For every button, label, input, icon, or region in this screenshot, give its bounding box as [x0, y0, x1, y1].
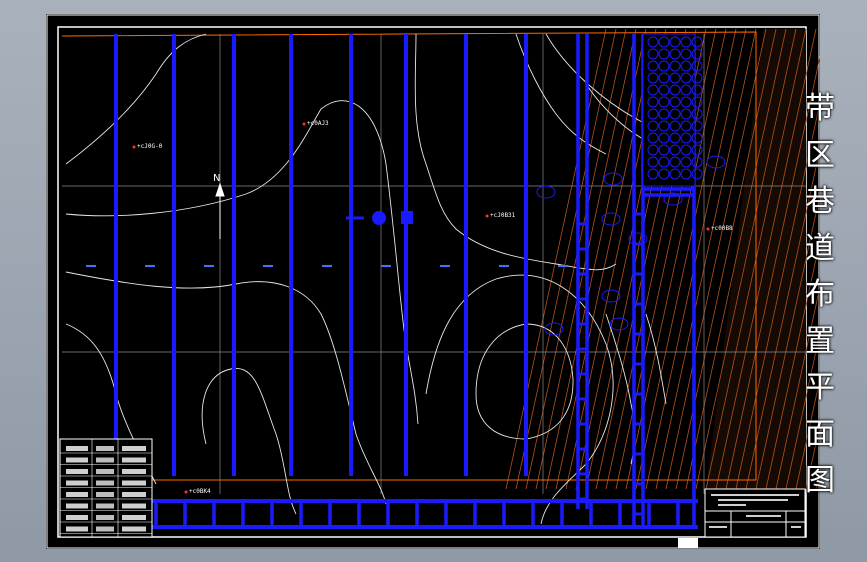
annotation-bubble — [536, 185, 556, 199]
frame-notch — [678, 538, 698, 548]
legend-cell — [122, 446, 146, 451]
legend-cell — [96, 446, 114, 451]
legend-cell — [96, 503, 114, 509]
title-char: 面 — [805, 416, 835, 452]
legend-cell — [96, 457, 114, 463]
coal-mine-roadway-layout-drawing: N +cJ0G-0 +c0AJ3 +cJ0B31 +c0BK4 +c00B8 — [46, 14, 820, 549]
title-char: 区 — [805, 137, 835, 173]
title-char: 巷 — [805, 184, 835, 219]
legend-cell — [66, 503, 88, 509]
title-char: 带 — [805, 91, 835, 126]
goaf-pattern — [642, 33, 703, 187]
topographic-contours — [65, 33, 687, 525]
title-char: 道 — [805, 230, 835, 266]
legend-cell — [122, 515, 146, 520]
title-char: 布 — [805, 277, 835, 312]
legend-cell — [122, 469, 146, 474]
north-label: N — [213, 173, 220, 184]
legend-cell — [122, 457, 146, 463]
svg-text:+cJ0B31: +cJ0B31 — [490, 212, 516, 219]
legend-table — [59, 438, 153, 538]
svg-text:+c00B8: +c00B8 — [711, 225, 733, 232]
legend-cell — [96, 526, 114, 532]
borehole-2: +c0AJ3 — [302, 120, 329, 127]
vertical-roadways — [114, 34, 528, 476]
legend-cell — [122, 503, 146, 509]
legend-cell — [96, 515, 114, 520]
cad-viewport[interactable]: N +cJ0G-0 +c0AJ3 +cJ0B31 +c0BK4 +c00B8 带… — [46, 14, 835, 549]
borehole-5: +c00B8 — [706, 225, 733, 232]
bottom-transport-roadway — [151, 499, 698, 529]
legend-cell — [66, 457, 88, 463]
legend-cell — [66, 526, 88, 532]
svg-text:+c0BK4: +c0BK4 — [189, 488, 211, 495]
borehole-3: +cJ0B31 — [485, 212, 516, 219]
legend-cell — [66, 515, 88, 520]
title-block — [704, 488, 806, 538]
north-arrow-icon — [215, 182, 225, 239]
legend-cell — [66, 446, 88, 451]
legend-cell — [66, 492, 88, 497]
legend-cell — [96, 469, 114, 474]
shaft-symbol — [346, 211, 413, 225]
legend-cell — [96, 480, 114, 486]
legend-cell — [122, 492, 146, 497]
legend-cell — [96, 492, 114, 497]
annotation-bubble — [601, 289, 621, 303]
drawing-title: 带 区 巷 道 布 置 平 面 图 — [800, 86, 840, 505]
legend-cell — [122, 480, 146, 486]
borehole-1: +cJ0G-0 — [132, 143, 163, 150]
legend-cell — [66, 469, 88, 474]
title-char: 平 — [805, 370, 835, 405]
outer-frame — [46, 14, 820, 549]
title-char: 置 — [805, 323, 835, 359]
legend-cell — [66, 480, 88, 486]
title-char: 图 — [805, 463, 835, 498]
svg-text:+c0AJ3: +c0AJ3 — [307, 120, 329, 127]
legend-cell — [122, 526, 146, 532]
svg-text:+cJ0G-0: +cJ0G-0 — [137, 143, 163, 150]
annotation-bubble — [609, 317, 629, 331]
borehole-4: +c0BK4 — [184, 488, 211, 495]
